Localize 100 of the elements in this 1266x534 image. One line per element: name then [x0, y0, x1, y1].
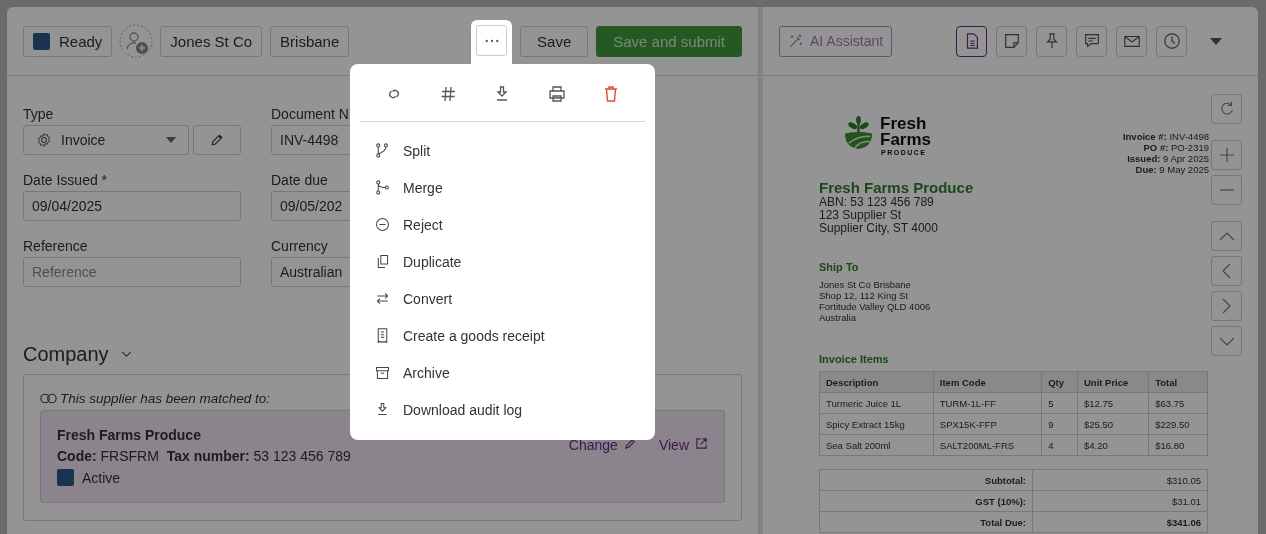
text-field[interactable]: Reference [23, 257, 241, 287]
pencil-icon [209, 132, 225, 148]
invoice-meta: PO #: PO-2319 [1143, 142, 1209, 153]
chevron-down-icon [1218, 336, 1235, 346]
type-select[interactable]: Invoice [23, 125, 189, 155]
history-tab[interactable] [1156, 25, 1187, 57]
change-link[interactable]: Change [568, 437, 637, 486]
table-cell: 9 [1041, 413, 1078, 435]
document-tab[interactable] [956, 25, 987, 57]
archive-icon [374, 364, 391, 381]
edit-button[interactable] [193, 125, 241, 155]
mail-tab[interactable] [1116, 25, 1147, 57]
supplier-address: 123 Supplier St [819, 209, 903, 222]
invoice-meta: Due: 9 May 2025 [1135, 164, 1209, 175]
print-icon[interactable] [546, 84, 567, 104]
status-chip[interactable]: Ready [23, 25, 113, 57]
total-label: Total Due: [819, 511, 1033, 533]
ship-to-address: Jones St Co Brisbane [819, 279, 912, 290]
table-cell: SPX15K-FFP [933, 413, 1042, 435]
invoice-meta: Issued: 9 Apr 2025 [1127, 153, 1209, 164]
section-title: Company [23, 343, 109, 366]
column-header: Qty [1041, 371, 1078, 393]
menu-item[interactable]: Archive [360, 354, 645, 391]
menu-item[interactable]: Convert [360, 280, 645, 317]
total-value: $341.06 [1032, 511, 1208, 533]
dropdown-caret-icon[interactable] [1210, 37, 1222, 45]
comment-tab[interactable] [1076, 25, 1107, 57]
menu-item[interactable]: Reject [360, 206, 645, 243]
field-label: Reference [23, 238, 88, 254]
table-cell: $12.75 [1077, 392, 1149, 414]
plus-icon [1218, 147, 1235, 163]
table-cell: TURM-1L-FF [933, 392, 1042, 414]
table-cell: 4 [1041, 434, 1078, 456]
ship-to-address: Fortitude Valley QLD 4006 [819, 301, 932, 312]
tag-chip[interactable]: Jones St Co [160, 25, 263, 57]
chevron-left-icon [1222, 263, 1231, 279]
ship-to-address: Australia [819, 312, 857, 323]
caret-icon [166, 137, 176, 143]
menu-item[interactable]: Download audit log [360, 391, 645, 428]
table-cell: Sea Salt 200ml [819, 434, 934, 456]
supplier-address: Supplier City, ST 4000 [819, 222, 939, 235]
view-link[interactable]: View [658, 437, 708, 486]
save-button[interactable]: Save [520, 25, 589, 57]
column-header: Description [819, 371, 934, 393]
chevron-right-icon [1222, 298, 1231, 314]
field-label: Date Issued * [23, 172, 108, 188]
menu-item[interactable]: Split [360, 132, 645, 169]
swap-icon [374, 290, 391, 307]
table-cell: $4.20 [1077, 434, 1149, 456]
table-cell: SALT200ML-FRS [933, 434, 1042, 456]
clock-icon [1162, 32, 1181, 50]
invoice-meta: Invoice #: INV-4498 [1122, 131, 1209, 142]
menu-item[interactable]: Create a goods receipt [360, 317, 645, 354]
comment-icon [1082, 32, 1101, 50]
table-cell: $16.80 [1148, 434, 1208, 456]
minus-circle-icon [374, 216, 391, 233]
supplier-name: Fresh Farms Produce [57, 427, 202, 443]
column-header: Unit Price [1077, 371, 1149, 393]
text-field[interactable]: 09/04/2025 [23, 191, 241, 221]
chevron-icon[interactable] [120, 351, 132, 358]
items-heading: Invoice Items [819, 353, 890, 365]
menu-item[interactable]: Duplicate [360, 243, 645, 280]
ship-to-heading: Ship To [819, 261, 860, 273]
table-cell: $229.50 [1148, 413, 1208, 435]
status-swatch [57, 469, 74, 486]
gear-icon [36, 132, 52, 148]
total-label: Subtotal: [819, 469, 1033, 491]
more-icon [484, 38, 499, 43]
pencil-icon [623, 437, 637, 450]
supplier-heading: Fresh Farms Produce [819, 179, 975, 196]
add-user-icon[interactable] [119, 24, 154, 58]
tag-chip[interactable]: Brisbane [270, 25, 350, 57]
column-header: Total [1148, 371, 1208, 393]
ship-to-address: Shop 12, 112 King St [819, 290, 910, 301]
refresh-button[interactable] [1211, 94, 1242, 124]
total-value: $310.05 [1032, 469, 1208, 491]
status-swatch [33, 32, 50, 50]
zoom-out-button[interactable] [1211, 175, 1242, 205]
total-value: $31.01 [1032, 490, 1208, 512]
table-cell: $25.50 [1077, 413, 1149, 435]
chevron-up-icon [1218, 231, 1235, 241]
field-label: Document N [271, 106, 349, 122]
note-tab[interactable] [996, 25, 1027, 57]
merge-icon [374, 179, 391, 196]
branch-icon [374, 142, 391, 159]
menu-item[interactable]: Merge [360, 169, 645, 206]
column-header: Item Code [933, 371, 1042, 393]
status-text: Active [82, 469, 121, 486]
pin-tab[interactable] [1036, 25, 1067, 57]
sticky-note-icon [1002, 32, 1021, 50]
supplier-address: ABN: 53 123 456 789 [819, 196, 935, 209]
magic-wand-icon [788, 33, 804, 49]
total-label: GST (10%): [819, 490, 1033, 512]
field-label: Type [23, 106, 54, 122]
field-label: Date due [271, 172, 328, 188]
minus-icon [1218, 189, 1235, 191]
table-cell: 5 [1041, 392, 1078, 414]
table-cell: $63.75 [1148, 392, 1208, 414]
zoom-in-button[interactable] [1211, 140, 1242, 170]
match-note: This supplier has been matched to: [60, 391, 271, 406]
